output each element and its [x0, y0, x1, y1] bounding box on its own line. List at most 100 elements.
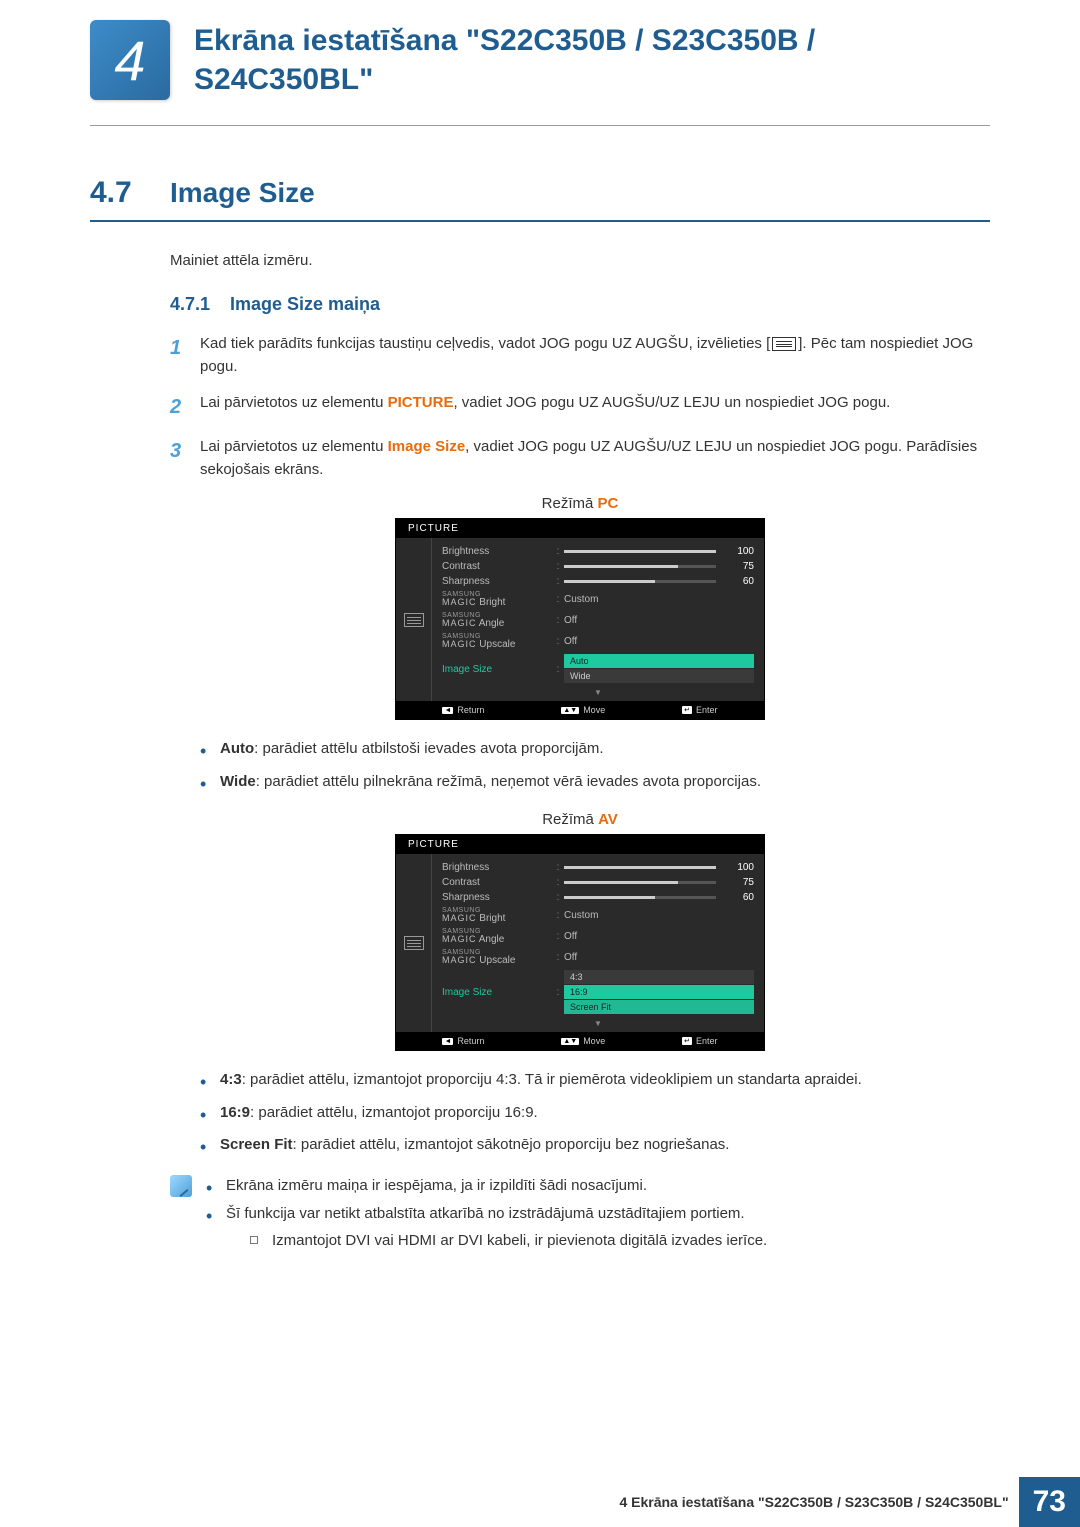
- osd-row-sharpness: Sharpness : 60: [442, 890, 754, 905]
- step-2: 2 Lai pārvietotos uz elementu PICTURE, v…: [170, 392, 990, 422]
- osd-dropdown-pc: Auto Wide: [564, 654, 754, 684]
- intro-text: Mainiet attēla izmēru.: [170, 252, 990, 269]
- bullet-43: • 4:3: parādiet attēlu, izmantojot propo…: [200, 1069, 990, 1092]
- mode-label-pc: Režīmā PC: [170, 495, 990, 512]
- step-text: Kad tiek parādīts funkcijas taustiņu ceļ…: [200, 333, 990, 378]
- bullet-wide: • Wide: parādiet attēlu pilnekrāna režīm…: [200, 771, 990, 794]
- note-text: Šī funkcija var netikt atbalstīta atkarī…: [226, 1203, 767, 1252]
- osd-option-screenfit: Screen Fit: [564, 1000, 754, 1014]
- note-icon: [170, 1175, 192, 1197]
- osd-value: 75: [726, 877, 754, 888]
- osd-option-43: 4:3: [564, 970, 754, 984]
- mode-prefix: Režīmā: [542, 495, 598, 512]
- note-item-1: • Ekrāna izmēru maiņa ir iespējama, ja i…: [206, 1175, 767, 1198]
- section-title: Image Size: [170, 177, 315, 209]
- slider-contrast: [564, 881, 716, 884]
- osd-row-magicbright: SAMSUNGMAGIC Bright : Custom: [442, 589, 754, 610]
- highlight-picture: PICTURE: [388, 394, 454, 411]
- note-item-2: • Šī funkcija var netikt atbalstīta atka…: [206, 1203, 767, 1252]
- section-body: 4.7 Image Size Mainiet attēla izmēru. 4.…: [0, 176, 1080, 1258]
- note-sub-item: Izmantojot DVI vai HDMI ar DVI kabeli, i…: [250, 1230, 767, 1253]
- page-footer: 4 Ekrāna iestatīšana "S22C350B / S23C350…: [0, 1477, 1080, 1527]
- osd-title: PICTURE: [396, 835, 764, 854]
- step-text-part: , vadiet JOG pogu UZ AUGŠU/UZ LEJU un no…: [453, 394, 890, 411]
- osd-enter: ↵Enter: [682, 705, 717, 715]
- osd-row-magicangle: SAMSUNGMAGIC Angle : Off: [442, 610, 754, 631]
- bullet-text: 4:3: parādiet attēlu, izmantojot proporc…: [220, 1069, 990, 1092]
- osd-label: Brightness: [442, 546, 552, 557]
- header-divider: [90, 125, 990, 126]
- bullet-dot-icon: •: [200, 1102, 220, 1124]
- osd-option-169: 16:9: [564, 985, 754, 999]
- osd-av: PICTURE Brightness : 100 Contrast :: [395, 834, 765, 1051]
- osd-row-imagesize: Image Size : 4:3 16:9 Screen Fit: [442, 968, 754, 1017]
- osd-arrow-down-icon: ▼: [442, 686, 754, 699]
- osd-label: SAMSUNGMAGIC Bright: [442, 907, 552, 924]
- menu-icon: [772, 337, 796, 351]
- osd-row-contrast: Contrast : 75: [442, 875, 754, 890]
- osd-return: ◄Return: [442, 705, 484, 715]
- osd-label: Image Size: [442, 987, 552, 998]
- osd-label: SAMSUNGMAGIC Upscale: [442, 633, 552, 650]
- mode-av: AV: [598, 811, 618, 828]
- chapter-badge: 4: [90, 20, 170, 100]
- osd-row-magicangle: SAMSUNGMAGIC Angle : Off: [442, 926, 754, 947]
- osd-return: ◄Return: [442, 1036, 484, 1046]
- osd-label: Image Size: [442, 664, 552, 675]
- osd-value: Off: [564, 931, 754, 942]
- osd-row-sharpness: Sharpness : 60: [442, 574, 754, 589]
- osd-row-magicbright: SAMSUNGMAGIC Bright : Custom: [442, 905, 754, 926]
- osd-body: Brightness : 100 Contrast : 75 Sha: [396, 538, 764, 701]
- note-list: • Ekrāna izmēru maiņa ir iespējama, ja i…: [206, 1175, 767, 1259]
- slider-brightness: [564, 866, 716, 869]
- osd-row-magicupscale: SAMSUNGMAGIC Upscale : Off: [442, 631, 754, 652]
- bullet-dot-icon: •: [206, 1203, 226, 1225]
- bullet-169: • 16:9: parādiet attēlu, izmantojot prop…: [200, 1102, 990, 1125]
- osd-label: SAMSUNGMAGIC Bright: [442, 591, 552, 608]
- bullets-pc: • Auto: parādiet attēlu atbilstoši ievad…: [200, 738, 990, 793]
- footer-text: 4 Ekrāna iestatīšana "S22C350B / S23C350…: [619, 1494, 1008, 1510]
- note-text: Ekrāna izmēru maiņa ir iespējama, ja ir …: [226, 1175, 767, 1198]
- osd-row-contrast: Contrast : 75: [442, 559, 754, 574]
- picture-icon: [404, 613, 424, 627]
- osd-footer: ◄Return ▲▼Move ↵Enter: [396, 701, 764, 719]
- step-number: 1: [170, 333, 200, 363]
- osd-pc: PICTURE Brightness : 100 Contrast :: [395, 518, 765, 720]
- osd-title: PICTURE: [396, 519, 764, 538]
- osd-pc-wrap: PICTURE Brightness : 100 Contrast :: [170, 518, 990, 720]
- osd-label: Sharpness: [442, 576, 552, 587]
- osd-dropdown-av: 4:3 16:9 Screen Fit: [564, 970, 754, 1015]
- bullet-dot-icon: •: [200, 738, 220, 760]
- osd-label: Contrast: [442, 561, 552, 572]
- osd-body: Brightness : 100 Contrast : 75 Sha: [396, 854, 764, 1032]
- osd-move: ▲▼Move: [561, 1036, 605, 1046]
- step-text-part: Kad tiek parādīts funkcijas taustiņu ceļ…: [200, 335, 770, 352]
- osd-footer: ◄Return ▲▼Move ↵Enter: [396, 1032, 764, 1050]
- bullet-dot-icon: •: [200, 771, 220, 793]
- osd-av-wrap: PICTURE Brightness : 100 Contrast :: [170, 834, 990, 1051]
- osd-label: Brightness: [442, 862, 552, 873]
- mode-label-av: Režīmā AV: [170, 811, 990, 828]
- bullet-text: Screen Fit: parādiet attēlu, izmantojot …: [220, 1134, 990, 1157]
- osd-value: Custom: [564, 910, 754, 921]
- subsection-number: 4.7.1: [170, 294, 230, 315]
- section-number: 4.7: [90, 176, 170, 210]
- slider-brightness: [564, 550, 716, 553]
- osd-enter: ↵Enter: [682, 1036, 717, 1046]
- step-1: 1 Kad tiek parādīts funkcijas taustiņu c…: [170, 333, 990, 378]
- page-header: 4 Ekrāna iestatīšana "S22C350B / S23C350…: [0, 0, 1080, 110]
- step-number: 2: [170, 392, 200, 422]
- osd-label: SAMSUNGMAGIC Upscale: [442, 949, 552, 966]
- bullet-dot-icon: •: [200, 1134, 220, 1156]
- bullet-text: Wide: parādiet attēlu pilnekrāna režīmā,…: [220, 771, 990, 794]
- section-divider: [90, 220, 990, 222]
- bullet-auto: • Auto: parādiet attēlu atbilstoši ievad…: [200, 738, 990, 761]
- note-sub-text: Izmantojot DVI vai HDMI ar DVI kabeli, i…: [272, 1230, 767, 1253]
- step-text: Lai pārvietotos uz elementu PICTURE, vad…: [200, 392, 990, 415]
- highlight-imagesize: Image Size: [388, 438, 466, 455]
- osd-value: 60: [726, 576, 754, 587]
- osd-value: Off: [564, 636, 754, 647]
- step-3: 3 Lai pārvietotos uz elementu Image Size…: [170, 436, 990, 481]
- slider-sharpness: [564, 580, 716, 583]
- subsection-title: Image Size maiņa: [230, 294, 380, 315]
